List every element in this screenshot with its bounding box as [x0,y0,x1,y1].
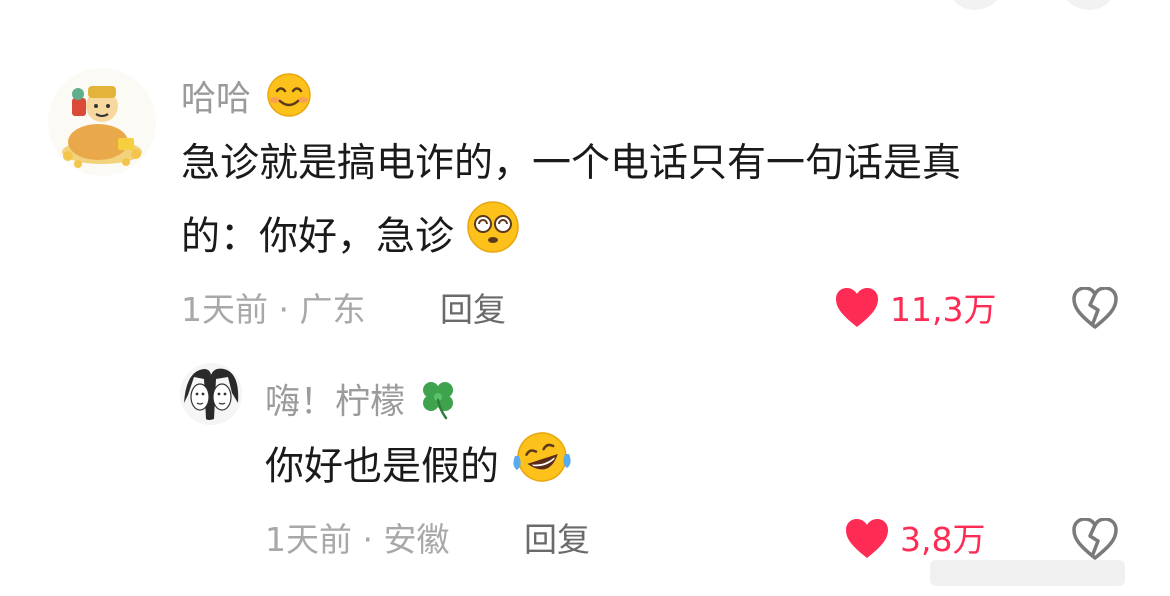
avatar-image [62,86,142,168]
broken-heart-icon[interactable] [1072,286,1118,333]
comment-time-location: 1天前 · 广东 [181,290,366,329]
reply-reply-button[interactable]: 回复 [524,520,590,560]
reply-username[interactable]: 嗨！柠檬 [265,376,460,431]
laughing-crying-emoji [511,430,573,508]
heart-icon[interactable] [834,287,880,333]
watermark-overlay [930,560,1125,586]
top-action-button-left[interactable] [946,0,1004,10]
comment-reply-button[interactable]: 回复 [440,290,506,330]
heart-icon[interactable] [844,518,890,564]
comment-text-line-2: 的：你好，急诊 [181,200,520,278]
comment-username[interactable]: 哈哈 [181,72,312,129]
reply-avatar[interactable] [180,363,242,425]
avatar[interactable] [48,68,156,176]
comment-like-count: 11,3万 [890,290,997,329]
top-action-button-right[interactable] [1060,0,1118,10]
clover-emoji [416,376,460,431]
reply-time-location: 1天前 · 安徽 [265,520,450,559]
reply-like-count: 3,8万 [900,520,986,559]
broken-heart-icon[interactable] [1072,517,1118,564]
comment-text-line-1: 急诊就是搞电诈的，一个电话只有一句话是真 [181,141,962,186]
smile-emoji [266,72,312,129]
reply-text: 你好也是假的 [265,430,573,508]
reply-avatar-image [180,363,242,425]
dazed-emoji [466,200,520,278]
